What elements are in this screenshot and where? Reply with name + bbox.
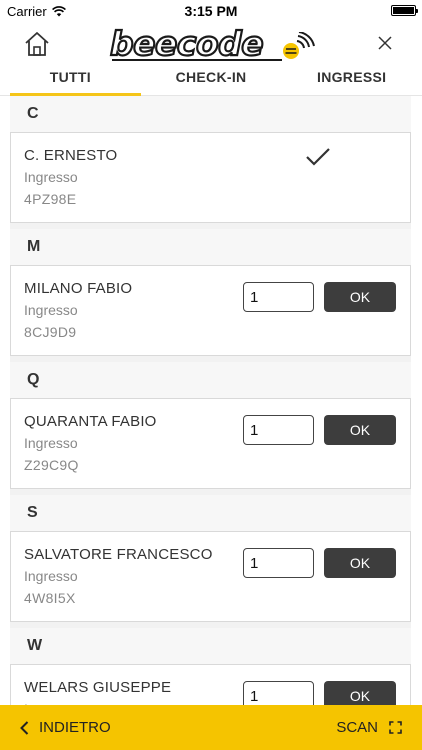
attendee-type: Ingresso (24, 435, 78, 451)
quantity-input[interactable] (243, 681, 314, 705)
logo-wordmark: beecode (109, 24, 265, 63)
scan-label: SCAN (336, 719, 378, 736)
bottom-bar: INDIETRO SCAN (0, 705, 422, 750)
close-icon[interactable] (378, 36, 392, 50)
attendee-name: WELARS GIUSEPPE (24, 679, 172, 696)
attendee-card[interactable]: SALVATORE FRANCESCO Ingresso 4W8I5X OK (10, 531, 411, 622)
battery-icon (391, 5, 418, 16)
status-time: 3:15 PM (184, 3, 238, 19)
status-bar: Carrier 3:15 PM (0, 0, 422, 22)
quantity-input[interactable] (243, 548, 314, 578)
quantity-input[interactable] (243, 282, 314, 312)
bee-signal-icon (283, 32, 315, 59)
section-header-q: Q (10, 362, 411, 398)
attendee-name: SALVATORE FRANCESCO (24, 546, 213, 563)
attendee-card[interactable]: MILANO FABIO Ingresso 8CJ9D9 OK (10, 265, 411, 356)
attendee-type: Ingresso (24, 568, 78, 584)
attendee-type: Ingresso (24, 169, 78, 185)
back-label: INDIETRO (39, 719, 111, 736)
attendee-code: 4W8I5X (24, 590, 76, 606)
attendee-name: C. ERNESTO (24, 147, 118, 164)
ok-button[interactable]: OK (324, 548, 396, 578)
section-header-w: W (10, 628, 411, 664)
ok-button[interactable]: OK (324, 681, 396, 705)
section-header-s: S (10, 495, 411, 531)
attendee-card[interactable]: C. ERNESTO Ingresso 4PZ98E (10, 132, 411, 223)
attendee-list[interactable]: C C. ERNESTO Ingresso 4PZ98E M MILANO FA… (10, 96, 411, 705)
ok-button[interactable]: OK (324, 415, 396, 445)
attendee-code: 8CJ9D9 (24, 324, 77, 340)
chevron-left-icon (20, 720, 29, 735)
ok-button[interactable]: OK (324, 282, 396, 312)
logo-underline (112, 59, 282, 61)
tab-bar: TUTTI CHECK-IN INGRESSI (0, 66, 422, 96)
back-button[interactable]: INDIETRO (0, 719, 111, 736)
attendee-type: Ingresso (24, 302, 78, 318)
attendee-name: QUARANTA FABIO (24, 413, 157, 430)
scan-button[interactable]: SCAN (336, 719, 422, 736)
attendee-code: Z29C9Q (24, 457, 79, 473)
nav-bar: beecode (0, 22, 422, 66)
home-icon[interactable] (23, 30, 51, 58)
section-header-c: C (10, 96, 411, 132)
attendee-card[interactable]: QUARANTA FABIO Ingresso Z29C9Q OK (10, 398, 411, 489)
section-header-m: M (10, 229, 411, 265)
tab-ingressi[interactable]: INGRESSI (281, 66, 422, 95)
attendee-name: MILANO FABIO (24, 280, 133, 297)
checkmark-icon (306, 148, 330, 166)
tab-check-in[interactable]: CHECK-IN (141, 66, 282, 95)
beecode-logo: beecode (109, 24, 315, 63)
tab-tutti[interactable]: TUTTI (0, 66, 141, 96)
attendee-code: 4PZ98E (24, 191, 77, 207)
scan-frame-icon (389, 721, 402, 734)
attendee-card[interactable]: WELARS GIUSEPPE Ingresso OK (10, 664, 411, 705)
quantity-input[interactable] (243, 415, 314, 445)
